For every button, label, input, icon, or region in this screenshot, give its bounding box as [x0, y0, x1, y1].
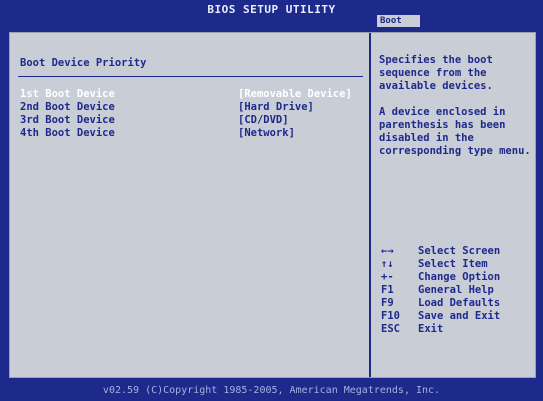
boot-device-row-4[interactable]: 4th Boot Device [Network]: [20, 127, 365, 140]
key-legend-item: F1 General Help: [381, 284, 531, 297]
boot-device-value[interactable]: [CD/DVD]: [238, 114, 289, 127]
arrow-left-right-icon: ←→: [381, 245, 394, 257]
boot-device-label: 1st Boot Device: [20, 88, 115, 100]
boot-device-label: 4th Boot Device: [20, 127, 115, 139]
boot-device-row-1[interactable]: 1st Boot Device [Removable Device]: [20, 88, 365, 101]
tab-boot[interactable]: Boot: [377, 15, 420, 27]
section-divider: [18, 76, 363, 77]
key-label: F9: [381, 297, 394, 309]
key-legend-item: ↑↓ Select Item: [381, 258, 531, 271]
boot-device-label: 2nd Boot Device: [20, 101, 115, 113]
key-legend-item: +- Change Option: [381, 271, 531, 284]
boot-device-value[interactable]: [Network]: [238, 127, 295, 140]
key-description: Select Screen: [418, 245, 501, 257]
key-legend-item: F9 Load Defaults: [381, 297, 531, 310]
key-label: F1: [381, 284, 394, 296]
boot-device-label: 3rd Boot Device: [20, 114, 115, 126]
key-label: +-: [381, 271, 394, 283]
boot-device-value[interactable]: [Hard Drive]: [238, 101, 314, 114]
key-description: Exit: [418, 323, 444, 335]
help-pane: Specifies the boot sequence from the ava…: [371, 33, 535, 377]
key-description: General Help: [418, 284, 494, 296]
settings-pane: Boot Device Priority 1st Boot Device [Re…: [10, 33, 369, 377]
boot-device-row-3[interactable]: 3rd Boot Device [CD/DVD]: [20, 114, 365, 127]
boot-device-row-2[interactable]: 2nd Boot Device [Hard Drive]: [20, 101, 365, 114]
bios-title: BIOS SETUP UTILITY: [207, 3, 336, 16]
key-legend-item: ←→ Select Screen: [381, 245, 531, 258]
key-legend-item: F10 Save and Exit: [381, 310, 531, 323]
key-label: ESC: [381, 323, 400, 335]
arrow-up-down-icon: ↑↓: [381, 258, 394, 270]
help-description: Specifies the boot sequence from the ava…: [379, 54, 500, 92]
key-description: Save and Exit: [418, 310, 501, 322]
help-note: A device enclosed in parenthesis has bee…: [379, 106, 531, 157]
key-description: Select Item: [418, 258, 488, 270]
footer-bar: v02.59 (C)Copyright 1985-2005, American …: [0, 380, 543, 401]
help-text: Specifies the boot sequence from the ava…: [379, 54, 531, 158]
key-label: F10: [381, 310, 400, 322]
main-panel: Boot Device Priority 1st Boot Device [Re…: [9, 32, 536, 378]
title-bar: BIOS SETUP UTILITY Boot: [0, 0, 543, 27]
section-title: Boot Device Priority: [20, 57, 147, 69]
boot-device-value[interactable]: [Removable Device]: [238, 88, 352, 101]
key-description: Change Option: [418, 271, 501, 283]
copyright-text: v02.59 (C)Copyright 1985-2005, American …: [102, 385, 441, 396]
key-description: Load Defaults: [418, 297, 501, 309]
key-legend-item: ESC Exit: [381, 323, 531, 336]
